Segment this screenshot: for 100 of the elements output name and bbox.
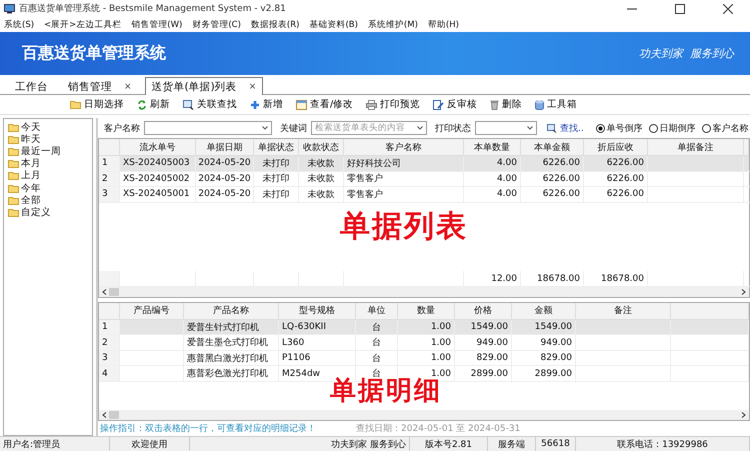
sort-radio[interactable]: 日期倒序 bbox=[648, 122, 696, 135]
scroll-left-icon[interactable] bbox=[102, 289, 107, 296]
table-cell: 2899.00 bbox=[455, 366, 512, 382]
tab-label: 工作台 bbox=[15, 80, 48, 94]
tab[interactable]: 工作台 bbox=[8, 77, 55, 95]
folder-icon bbox=[8, 184, 19, 193]
menu-item[interactable]: 销售管理(W) bbox=[131, 18, 182, 30]
column-header[interactable]: 型号规格 bbox=[279, 302, 356, 320]
cylinder-icon bbox=[535, 100, 544, 110]
column-header[interactable]: 单据备注 bbox=[648, 139, 744, 156]
chevron-icon bbox=[417, 126, 423, 130]
row-number: 4 bbox=[99, 366, 120, 382]
table-cell: 6226.00 bbox=[521, 187, 584, 203]
column-header[interactable]: 本单金额 bbox=[521, 139, 584, 156]
find-link[interactable]: 查找.. bbox=[547, 122, 584, 135]
printer-icon bbox=[366, 100, 378, 110]
column-header[interactable]: 数量 bbox=[398, 302, 455, 320]
row-number: 1 bbox=[99, 156, 120, 172]
table-row[interactable]: 2 XS-202405002 2024-05-20 未打印 未收款 零售客户 4.00 6226.00 6226.00 bbox=[99, 172, 749, 188]
menu-item[interactable]: 数据报表(R) bbox=[250, 18, 300, 30]
column-header[interactable]: 价格 bbox=[455, 302, 512, 320]
folder-icon bbox=[8, 146, 19, 156]
folder-icon bbox=[8, 122, 19, 132]
row-number: 3 bbox=[99, 187, 120, 203]
column-header[interactable]: 单据日期 bbox=[196, 139, 254, 156]
sort-radio[interactable]: 单号倒序 bbox=[596, 122, 643, 135]
table-cell: 2899.00 bbox=[512, 366, 576, 382]
row-number: 2 bbox=[99, 172, 120, 188]
column-header[interactable]: 单位 bbox=[356, 302, 398, 320]
trash-icon bbox=[490, 100, 500, 110]
toolbar-button[interactable]: 反审核 bbox=[433, 98, 478, 111]
scroll-right-icon[interactable] bbox=[741, 289, 746, 296]
tree-item[interactable]: 今年 bbox=[8, 182, 92, 194]
table-row[interactable]: 3 XS-202405001 2024-05-20 未打印 未收款 零售客户 4.00 6226.00 6226.00 bbox=[99, 187, 749, 203]
toolbar-button[interactable]: 打印预览 bbox=[366, 98, 420, 111]
table-cell: 零售客户 bbox=[344, 187, 464, 203]
tab-label: 销售管理 bbox=[68, 80, 112, 94]
status-text: 56618 bbox=[536, 437, 576, 451]
tree-item[interactable]: 自定义 bbox=[8, 206, 92, 218]
horizontal-scrollbar[interactable] bbox=[99, 410, 749, 420]
toolbar-button[interactable]: 查看/修改 bbox=[296, 98, 354, 111]
close-tab-glyph[interactable]: × bbox=[124, 82, 132, 92]
menu-item[interactable]: 财务管理(C) bbox=[192, 18, 241, 30]
tree-item[interactable]: 昨天 bbox=[8, 133, 92, 146]
tab[interactable]: 销售管理 × bbox=[61, 77, 139, 95]
column-header[interactable]: 金额 bbox=[512, 302, 576, 320]
column-header[interactable]: 客户名称 bbox=[344, 139, 464, 156]
column-header[interactable]: 产品编号 bbox=[120, 302, 184, 320]
menu-item[interactable]: <展开>左边工具栏 bbox=[44, 18, 122, 30]
menu-item[interactable]: 基础资料(B) bbox=[309, 18, 358, 30]
close-icon[interactable] bbox=[723, 4, 733, 14]
toolbar-button[interactable]: 日期选择 bbox=[70, 98, 124, 111]
tree-item[interactable]: 全部 bbox=[8, 194, 92, 206]
column-header[interactable]: 单据状态 bbox=[254, 139, 299, 156]
table-row[interactable]: 2 爱普生墨仓式打印机 L360 台 1.00 949.00 949.00 bbox=[99, 335, 749, 351]
tree-item[interactable]: 最近一周 bbox=[8, 145, 92, 158]
table-cell: 6226.00 bbox=[584, 187, 648, 203]
table-row[interactable]: 1 XS-202405003 2024-05-20 未打印 未收款 好好科技公司 4.00 6226.00 6226.00 bbox=[99, 156, 749, 172]
status-text: 服务端 bbox=[488, 437, 536, 451]
folder-icon bbox=[8, 208, 19, 217]
scroll-right-icon[interactable] bbox=[741, 412, 746, 418]
column-header[interactable]: 流水单号 bbox=[120, 139, 196, 156]
close-tab-glyph[interactable]: × bbox=[248, 82, 256, 92]
maximize-icon[interactable] bbox=[675, 4, 685, 14]
table-cell: 未收款 bbox=[299, 187, 344, 203]
tree-item[interactable]: 今天 bbox=[8, 121, 92, 134]
status-text: 联系电话：13929986 bbox=[576, 437, 750, 451]
menu-item[interactable]: 帮助(H) bbox=[428, 18, 459, 30]
column-header[interactable]: 备注 bbox=[576, 302, 671, 320]
print-status-dropdown[interactable] bbox=[475, 121, 537, 136]
toolbar-button[interactable]: 删除 bbox=[490, 98, 522, 111]
tree-item[interactable]: 上月 bbox=[8, 170, 92, 182]
folder-icon bbox=[70, 100, 81, 109]
table-corner bbox=[99, 302, 120, 320]
menu-item[interactable]: 系统维护(M) bbox=[368, 18, 418, 30]
status-text: 功夫到家 服务到心 bbox=[190, 437, 410, 451]
horizontal-scrollbar[interactable] bbox=[99, 287, 749, 298]
table-row[interactable]: 3 惠普黑白激光打印机 P1106 台 1.00 829.00 829.00 bbox=[99, 350, 749, 366]
scroll-thumb[interactable] bbox=[109, 411, 119, 420]
toolbar-button[interactable]: 关联查找 bbox=[183, 98, 237, 111]
column-header[interactable]: 折后应收 bbox=[584, 139, 648, 156]
toolbar-button[interactable]: 工具箱 bbox=[535, 98, 578, 111]
table-row[interactable]: 1 爱普生针式打印机 LQ-630KII 台 1.00 1549.00 1549.00 bbox=[99, 320, 749, 336]
sort-radio[interactable]: 客户名称 bbox=[702, 122, 749, 135]
column-header[interactable]: 产品名称 bbox=[184, 302, 279, 320]
column-header[interactable]: 收款状态 bbox=[299, 139, 344, 156]
tree-item[interactable]: 本月 bbox=[8, 158, 92, 170]
scroll-thumb[interactable] bbox=[109, 288, 119, 296]
toolbar-button[interactable]: 刷新 bbox=[137, 98, 170, 111]
field-label: 关键词 bbox=[280, 122, 307, 135]
column-header[interactable]: 本单数量 bbox=[464, 139, 521, 156]
folder-icon bbox=[8, 196, 19, 205]
scroll-left-icon[interactable] bbox=[102, 412, 107, 418]
status-text: 欢迎使用 bbox=[110, 437, 190, 451]
customer-dropdown[interactable] bbox=[144, 121, 272, 136]
tab[interactable]: 送货单(单据)列表 × bbox=[144, 77, 264, 95]
menu-item[interactable]: 系统(S) bbox=[4, 18, 34, 30]
row-number: 2 bbox=[99, 335, 120, 351]
toolbar-button[interactable]: 新增 bbox=[250, 98, 283, 111]
chevron-icon bbox=[527, 126, 533, 130]
